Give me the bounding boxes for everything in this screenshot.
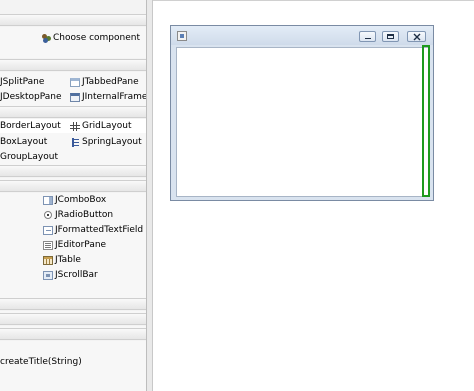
palette-item-label: GridLayout (82, 121, 132, 131)
palette-item-jscrollbar[interactable]: JScrollBar (43, 268, 98, 282)
palette-item-jcombobox[interactable]: JComboBox (43, 193, 106, 207)
palette-section-header[interactable] (0, 313, 146, 325)
internal-frame-icon (70, 92, 80, 102)
palette-item-boxlayout[interactable]: BoxLayout (0, 135, 47, 149)
palette-item-jtabbedpane[interactable]: JTabbedPane (70, 75, 139, 89)
palette-item-label: JInternalFrame (82, 92, 146, 102)
selected-component-outline[interactable] (422, 45, 430, 197)
palette-item-grouplayout[interactable]: GroupLayout (0, 150, 58, 164)
palette-item-label: JScrollBar (55, 270, 98, 280)
scrollbar-icon (43, 270, 53, 280)
maximize-icon (387, 34, 394, 39)
palette-item-jeditorpane[interactable]: JEditorPane (43, 238, 106, 252)
palette-item-jtable[interactable]: JTable (43, 253, 81, 267)
palette-item-borderlayout[interactable]: BorderLayout (0, 119, 61, 133)
splitter-line (152, 0, 153, 391)
palette-item-springlayout[interactable]: SpringLayout (70, 135, 142, 149)
choose-component-button[interactable]: Choose component (42, 31, 140, 45)
palette-item-label: JEditorPane (55, 240, 107, 250)
tabbed-pane-icon (70, 77, 80, 87)
maximize-button[interactable] (382, 31, 399, 42)
palette-section-header[interactable] (0, 298, 146, 310)
palette-item-label: BoxLayout (0, 137, 48, 147)
palette-item-label: JRadioButton (55, 210, 114, 220)
close-icon (413, 33, 421, 41)
choose-component-label: Choose component (53, 33, 141, 43)
minimize-button[interactable] (359, 31, 376, 42)
palette-item-createtitle[interactable]: createTitle(String) (0, 355, 82, 369)
minimize-icon (365, 38, 371, 39)
palette-item-label: JDesktopPane (0, 92, 62, 102)
java-app-icon (177, 31, 187, 41)
palette-item-label: GroupLayout (0, 152, 58, 162)
palette-item-label: JTable (55, 255, 81, 265)
palette-section-header[interactable] (0, 59, 146, 71)
palette-item-label: createTitle(String) (0, 357, 82, 367)
palette-item-label: JFormattedTextField (55, 225, 144, 235)
palette-item-label: JSplitPane (0, 77, 45, 87)
designed-jframe[interactable] (170, 25, 434, 201)
components-icon (42, 33, 51, 43)
palette-header[interactable] (0, 14, 146, 26)
frame-content-pane[interactable] (176, 47, 429, 197)
component-palette: Choose component JSplitPane JTabbedPane … (0, 0, 146, 391)
palette-item-gridlayout[interactable]: GridLayout (70, 119, 131, 133)
spring-layout-icon (70, 137, 80, 147)
palette-item-jradiobutton[interactable]: JRadioButton (43, 208, 113, 222)
palette-item-label: BorderLayout (0, 121, 61, 131)
palette-section-header[interactable] (0, 328, 146, 340)
palette-item-jinternalframe[interactable]: JInternalFrame (70, 90, 146, 104)
palette-item-label: JTabbedPane (82, 77, 139, 87)
table-icon (43, 255, 53, 265)
palette-item-jsplitpane[interactable]: JSplitPane (0, 75, 44, 89)
grid-layout-icon (70, 121, 80, 131)
close-button[interactable] (407, 31, 426, 42)
palette-item-jformattedtextfield[interactable]: JFormattedTextField (43, 223, 143, 237)
frame-title-bar[interactable] (171, 26, 433, 45)
palette-section-header[interactable] (0, 106, 146, 118)
combobox-icon (43, 195, 53, 205)
palette-item-label: JComboBox (55, 195, 107, 205)
radio-button-icon (44, 211, 52, 219)
formatted-text-field-icon (43, 225, 53, 235)
palette-section-header[interactable] (0, 165, 146, 177)
palette-section-header[interactable] (0, 180, 146, 192)
palette-item-jdesktoppane[interactable]: JDesktopPane (0, 90, 62, 104)
palette-item-label: SpringLayout (82, 137, 142, 147)
editor-pane-icon (43, 240, 53, 250)
